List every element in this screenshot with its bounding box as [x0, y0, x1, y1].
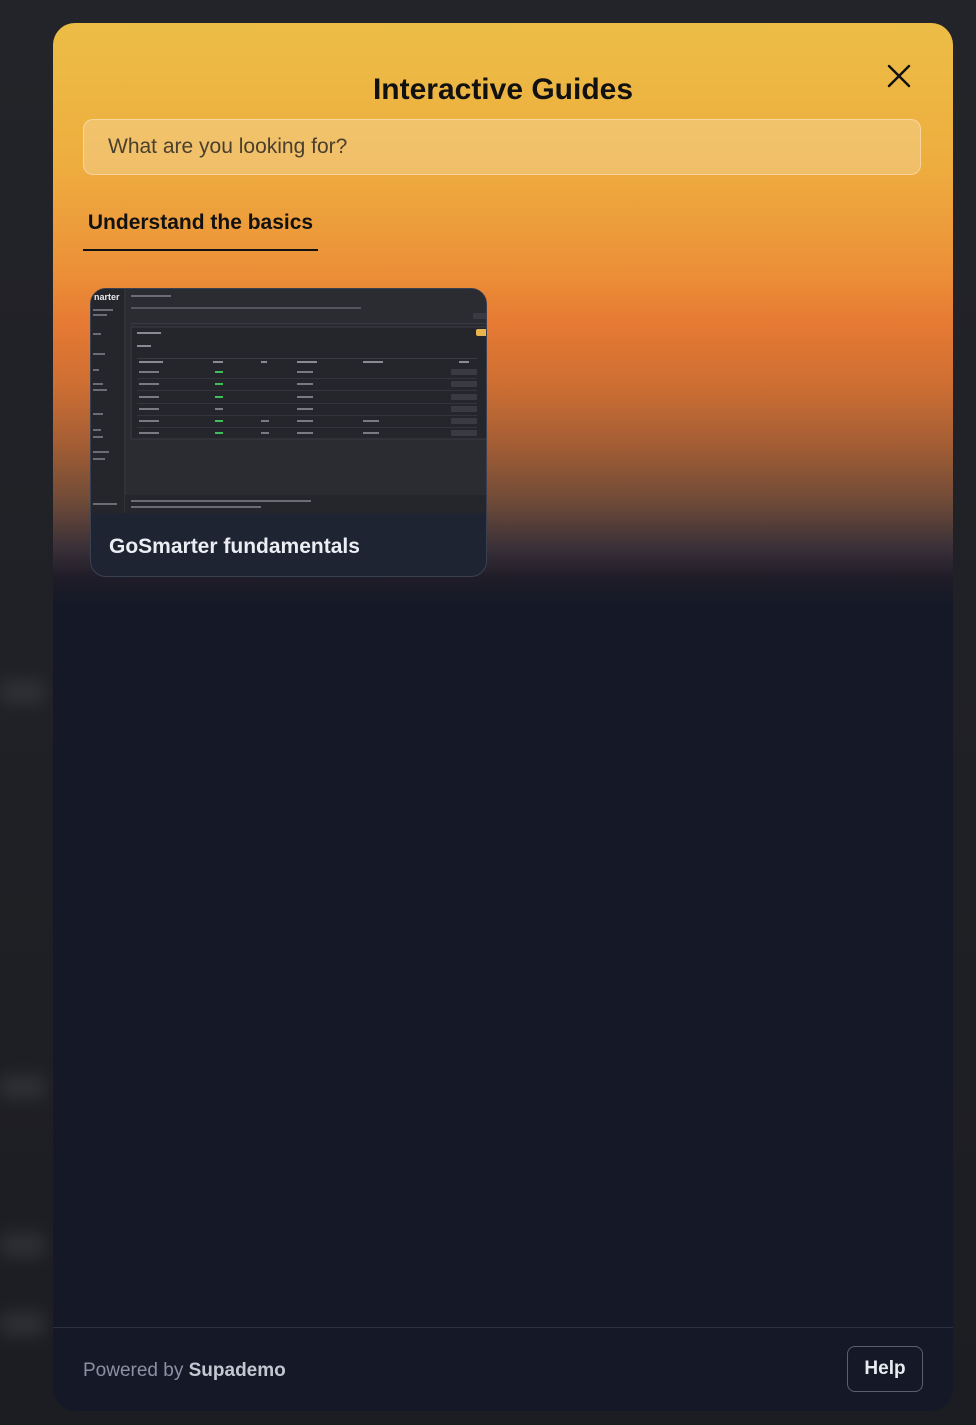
modal-footer: Powered by Supademo Help [53, 1327, 953, 1411]
background-blur-text [0, 1312, 45, 1336]
guide-card[interactable]: narter GoSmarter fundamentals [90, 288, 487, 577]
thumbnail-logo-text: narter [94, 292, 120, 302]
background-blur-text [0, 680, 45, 704]
background-blur-text [0, 1233, 45, 1257]
close-icon [887, 64, 911, 88]
modal-title: Interactive Guides [372, 73, 634, 106]
background-blur-text [0, 1075, 45, 1099]
interactive-guides-modal: Interactive Guides Understand the basics… [53, 23, 953, 1411]
powered-by-text: Powered by Supademo [83, 1360, 286, 1382]
app-screenshot-thumbnail: narter [91, 289, 486, 513]
powered-by-prefix: Powered by [83, 1360, 184, 1381]
powered-by-brand[interactable]: Supademo [189, 1360, 286, 1381]
help-button[interactable]: Help [847, 1346, 923, 1392]
close-button[interactable] [883, 60, 915, 92]
guide-card-title: GoSmarter fundamentals [109, 535, 360, 558]
tab-label: Understand the basics [87, 211, 314, 234]
guide-thumbnail: narter [91, 289, 486, 513]
search-input[interactable] [83, 119, 921, 175]
tab-understand-the-basics[interactable]: Understand the basics [83, 209, 318, 251]
